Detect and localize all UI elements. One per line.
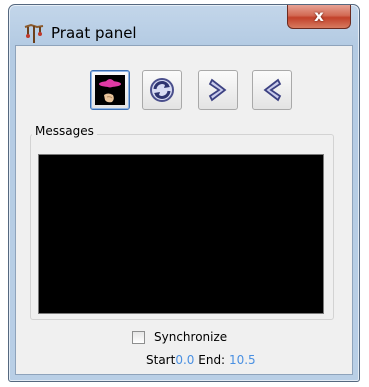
synchronize-label[interactable]: Synchronize: [154, 330, 227, 344]
previous-button[interactable]: [252, 70, 292, 110]
window-title: Praat panel: [51, 24, 137, 42]
praat-app-icon: [23, 23, 45, 45]
time-range: Start0.0 End: 10.5: [146, 353, 256, 367]
next-button[interactable]: [198, 70, 238, 110]
end-label: End:: [198, 353, 226, 367]
speaker-button[interactable]: [90, 70, 130, 110]
messages-area[interactable]: [38, 154, 324, 314]
close-button[interactable]: x: [287, 5, 351, 29]
start-label: Start: [146, 353, 176, 367]
title-bar[interactable]: Praat panel x: [9, 5, 359, 45]
panel-body: Messages Synchronize Start0.0 End: 10.5: [15, 45, 353, 375]
refresh-button[interactable]: [142, 70, 182, 110]
start-value: 0.0: [175, 353, 195, 367]
refresh-icon: [150, 78, 174, 102]
chevron-left-icon: [263, 78, 282, 102]
praat-panel-window: Praat panel x Messages Synchronize Start…: [8, 4, 360, 382]
toolbar: [16, 70, 352, 110]
speaker-icon: [95, 75, 125, 105]
synchronize-checkbox[interactable]: [132, 331, 145, 344]
chevron-right-icon: [208, 78, 227, 102]
end-value: 10.5: [228, 353, 256, 367]
messages-label: Messages: [32, 124, 97, 138]
